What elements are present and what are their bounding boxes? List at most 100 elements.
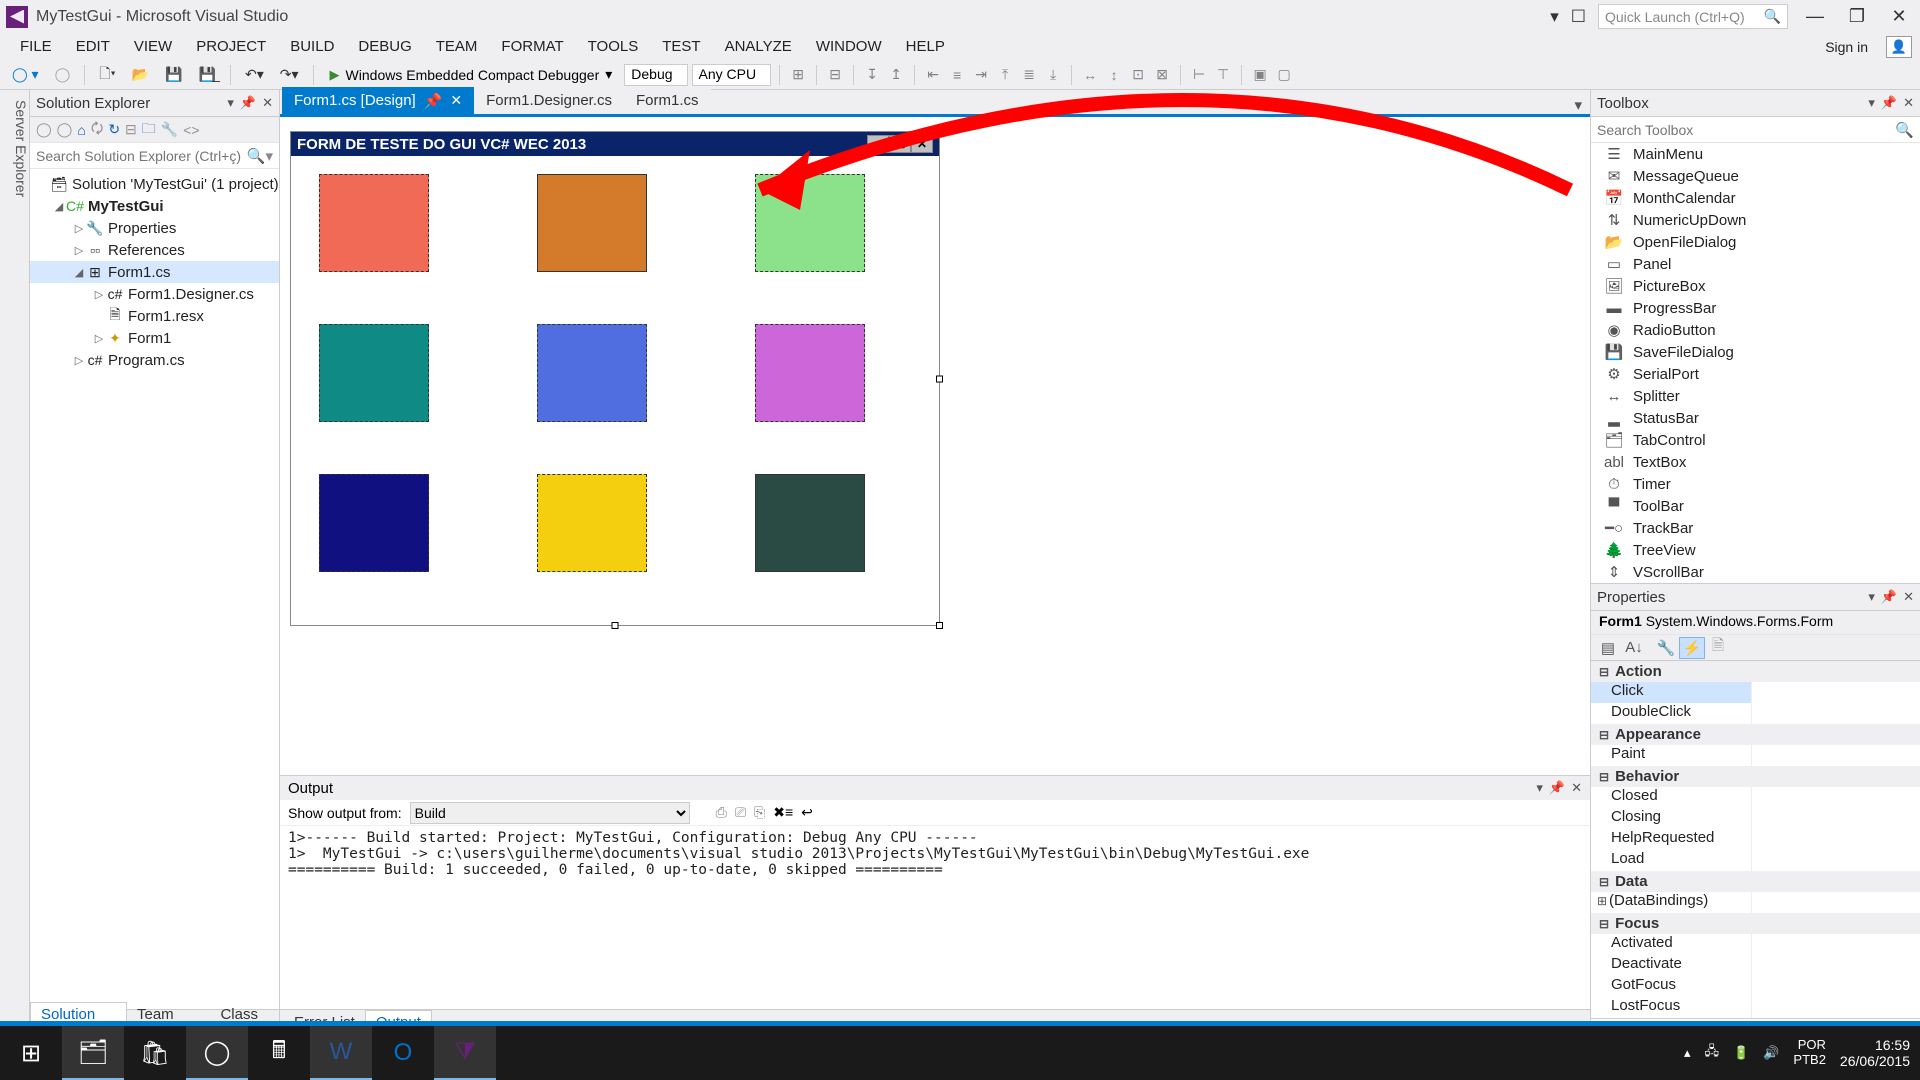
form-canvas[interactable]: FORM DE TESTE DO GUI VC# WEC 2013 — ☐ ✕ [290, 131, 940, 626]
menu-edit[interactable]: EDIT [64, 34, 122, 59]
center-h-icon[interactable]: ⊢ [1189, 65, 1209, 85]
server-explorer-rail[interactable]: Server Explorer [0, 90, 30, 1035]
align-mid-icon[interactable]: ≣ [1019, 65, 1039, 85]
menu-team[interactable]: TEAM [424, 34, 490, 59]
tree-program[interactable]: Program.cs [108, 352, 185, 369]
tree-solution[interactable]: Solution 'MyTestGui' (1 project) [72, 176, 279, 193]
properties-object[interactable]: Form1 System.Windows.Forms.Form [1591, 611, 1920, 635]
taskbar-calc[interactable]: 🖩 [248, 1026, 310, 1080]
toolbox-list[interactable]: ☰MainMenu✉MessageQueue📅MonthCalendar⇅Num… [1591, 143, 1920, 583]
menu-format[interactable]: FORMAT [489, 34, 575, 59]
tray-show-hidden-icon[interactable]: ▴ [1684, 1045, 1691, 1061]
tree-resx[interactable]: Form1.resx [128, 308, 204, 325]
resize-handle-corner[interactable] [936, 622, 943, 629]
close-button[interactable]: ✕ [1884, 6, 1914, 27]
form-designer-surface[interactable]: FORM DE TESTE DO GUI VC# WEC 2013 — ☐ ✕ [280, 117, 1590, 775]
prop-row-closed[interactable]: Closed [1591, 787, 1920, 808]
prop-row-databindings[interactable]: ⊞(DataBindings) [1591, 892, 1920, 913]
tree-references[interactable]: References [108, 242, 185, 259]
toolbox-item-mainmenu[interactable]: ☰MainMenu [1591, 143, 1920, 165]
panel-8[interactable] [537, 474, 647, 572]
pin-icon[interactable]: 📌 [1549, 780, 1565, 796]
align-icon-2[interactable]: ↥ [886, 65, 906, 85]
toolbox-item-progressbar[interactable]: ▬ProgressBar [1591, 297, 1920, 319]
panel-7[interactable] [319, 474, 429, 572]
tree-form-class[interactable]: Form1 [128, 330, 171, 347]
prop-cat-data[interactable]: ⊟Data [1591, 871, 1920, 892]
send-back-icon[interactable]: ▢ [1274, 65, 1294, 85]
menu-analyze[interactable]: ANALYZE [713, 34, 804, 59]
prop-row-activated[interactable]: Activated [1591, 934, 1920, 955]
size-icon-1[interactable]: ⊡ [1128, 65, 1148, 85]
toolbox-item-picturebox[interactable]: 🖼PictureBox [1591, 275, 1920, 297]
prop-az-icon[interactable]: A↓ [1621, 637, 1647, 659]
panel-6[interactable] [755, 324, 865, 422]
taskbar-outlook[interactable]: O [372, 1026, 434, 1080]
prop-cat-behavior[interactable]: ⊟Behavior [1591, 766, 1920, 787]
bring-front-icon[interactable]: ▣ [1250, 65, 1270, 85]
layout-icon-1[interactable]: ⊞ [788, 65, 808, 85]
panel-menu-icon[interactable]: ▾ [1536, 780, 1543, 796]
tray-battery-icon[interactable]: 🔋 [1733, 1045, 1749, 1061]
taskbar-word[interactable]: W [310, 1026, 372, 1080]
prop-row-helprequested[interactable]: HelpRequested [1591, 829, 1920, 850]
taskbar-chrome[interactable]: ◯ [186, 1026, 248, 1080]
taskbar-explorer[interactable]: 🗂 [62, 1026, 124, 1080]
hspace-icon[interactable]: ↔ [1080, 65, 1100, 85]
prop-row-gotfocus[interactable]: GotFocus [1591, 976, 1920, 997]
output-clear-icon[interactable]: ✖≡ [773, 804, 793, 821]
taskbar-store[interactable]: 🛍 [124, 1026, 186, 1080]
sign-in-link[interactable]: Sign in [1813, 35, 1880, 59]
align-left-icon[interactable]: ⇤ [923, 65, 943, 85]
size-icon-2[interactable]: ⊠ [1152, 65, 1172, 85]
output-wrap-icon[interactable]: ↩ [801, 804, 813, 821]
save-all-button[interactable]: 💾̲ [193, 64, 222, 85]
prop-cat-focus[interactable]: ⊟Focus [1591, 913, 1920, 934]
restore-button[interactable]: ❐ [1842, 6, 1872, 27]
se-refresh-icon[interactable]: ↻ [108, 121, 120, 138]
align-icon-1[interactable]: ↧ [862, 65, 882, 85]
redo-button[interactable]: ↷▾ [274, 64, 305, 85]
taskbar-vs[interactable]: ⧩ [434, 1026, 496, 1080]
menu-debug[interactable]: DEBUG [346, 34, 423, 59]
align-bot-icon[interactable]: ⤓ [1043, 65, 1063, 85]
se-fwd-icon[interactable]: ◯ [57, 121, 73, 138]
toolbox-item-statusbar[interactable]: ▂StatusBar [1591, 407, 1920, 429]
panel-close-icon[interactable]: ✕ [262, 95, 273, 111]
start-button[interactable]: ⊞ [0, 1026, 62, 1080]
output-icon-1[interactable]: ⎙ [716, 804, 727, 821]
align-right-icon[interactable]: ⇥ [971, 65, 991, 85]
prop-cat-appearance[interactable]: ⊟Appearance [1591, 724, 1920, 745]
panel-menu-icon[interactable]: ▾ [227, 95, 234, 111]
layout-icon-2[interactable]: ⊟ [825, 65, 845, 85]
properties-grid[interactable]: ⊟ActionClickDoubleClick⊟AppearancePaint⊟… [1591, 661, 1920, 1018]
toolbox-item-savefiledialog[interactable]: 💾SaveFileDialog [1591, 341, 1920, 363]
open-button[interactable]: 📂 [126, 64, 155, 85]
prop-row-lostfocus[interactable]: LostFocus [1591, 997, 1920, 1018]
start-debug-button[interactable]: ▶ Windows Embedded Compact Debugger ▾ [322, 64, 621, 85]
prop-row-paint[interactable]: Paint [1591, 745, 1920, 766]
menu-help[interactable]: HELP [894, 34, 957, 59]
se-back-icon[interactable]: ◯ [36, 121, 52, 138]
se-search-input[interactable] [36, 148, 247, 164]
menu-project[interactable]: PROJECT [184, 34, 278, 59]
panel-close-icon[interactable]: ✕ [1903, 589, 1914, 605]
toolbox-item-tabcontrol[interactable]: 🗂TabControl [1591, 429, 1920, 451]
toolbox-item-openfiledialog[interactable]: 📂OpenFileDialog [1591, 231, 1920, 253]
center-v-icon[interactable]: ⊤ [1213, 65, 1233, 85]
toolbox-item-splitter[interactable]: ↔Splitter [1591, 385, 1920, 407]
se-sync-icon[interactable]: 🗘 [91, 118, 104, 142]
toolbox-search-input[interactable] [1597, 122, 1895, 138]
prop-props-icon[interactable]: 🔧 [1653, 637, 1679, 659]
prop-cat-action[interactable]: ⊟Action [1591, 661, 1920, 682]
prop-row-click[interactable]: Click [1591, 682, 1920, 703]
toolbox-item-toolbar[interactable]: ▀ToolBar [1591, 495, 1920, 517]
tab-form1-design[interactable]: Form1.cs [Design]📌✕ [282, 87, 474, 114]
undo-button[interactable]: ↶▾ [239, 64, 270, 85]
pin-icon[interactable]: 📌 [1881, 589, 1897, 605]
toolbox-item-radiobutton[interactable]: ◉RadioButton [1591, 319, 1920, 341]
pin-icon[interactable]: 📌 [424, 92, 443, 110]
menu-tools[interactable]: TOOLS [576, 34, 651, 59]
menu-file[interactable]: FILE [8, 34, 64, 59]
platform-combo[interactable]: Any CPU [692, 64, 772, 86]
